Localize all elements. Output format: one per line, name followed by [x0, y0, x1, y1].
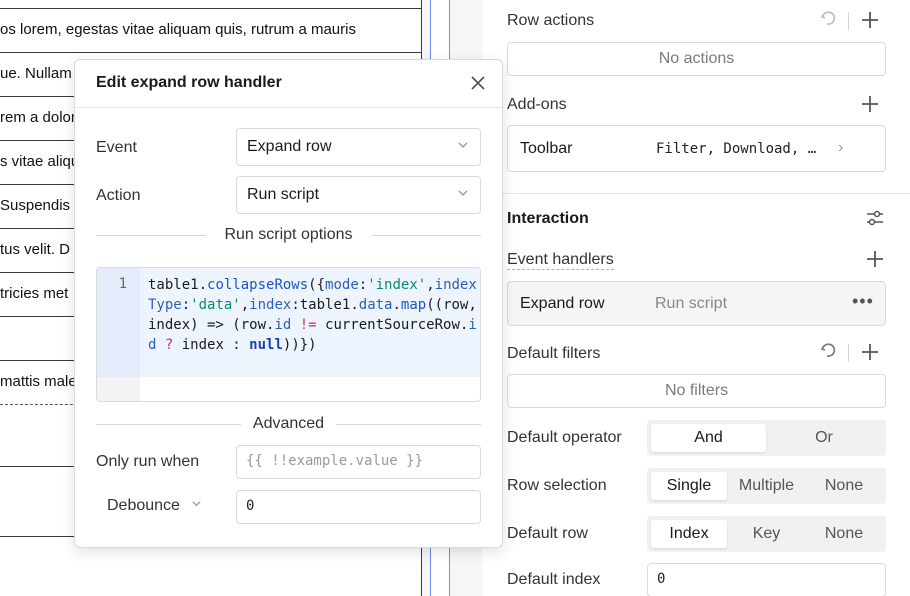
no-actions-placeholder: No actions	[507, 42, 886, 76]
script-options-divider: Run script options	[96, 225, 481, 245]
code-token: ))})	[282, 337, 317, 353]
no-filters-placeholder: No filters	[507, 374, 886, 408]
table-cell: tus velit. D	[0, 241, 71, 258]
code-token: id	[274, 317, 292, 333]
action-select-value: Run script	[247, 186, 320, 203]
row-selection-segmented: Single Multiple None	[647, 468, 886, 504]
divider-line	[336, 424, 481, 425]
add-addon-plus-icon[interactable]	[859, 94, 881, 116]
event-label: Event	[96, 139, 137, 156]
code-token: mode	[325, 277, 359, 293]
code-token: map	[400, 297, 427, 313]
sliders-icon[interactable]	[864, 208, 886, 230]
default-row-segmented: Index Key None	[647, 516, 886, 552]
row-option-index[interactable]: Index	[651, 520, 727, 548]
operator-option-or[interactable]: Or	[766, 424, 882, 452]
add-filter-plus-icon[interactable]	[859, 342, 881, 364]
section-divider	[482, 193, 910, 194]
addons-title: Add-ons	[507, 96, 567, 113]
event-select[interactable]: Expand row	[236, 128, 481, 166]
code-token: currentSourceRow	[325, 317, 460, 333]
table-cell: mattis male	[0, 373, 77, 390]
toolbar-addon[interactable]: Toolbar Filter, Download, … ›	[507, 125, 886, 172]
table-cell: ue. Nullam	[0, 65, 72, 82]
reset-icon[interactable]	[817, 10, 839, 32]
script-code[interactable]: table1.collapseRows({mode:'index',indexT…	[148, 275, 478, 355]
default-index-input[interactable]: 0	[647, 563, 886, 596]
action-label: Action	[96, 187, 141, 204]
table-cell: tricies met	[0, 285, 69, 302]
code-token: data	[358, 297, 393, 313]
code-token: .	[198, 277, 208, 293]
close-icon[interactable]	[467, 70, 489, 97]
default-row-label: Default row	[507, 525, 588, 542]
debounce-input[interactable]: 0	[236, 490, 481, 524]
add-row-action-plus-icon[interactable]	[859, 10, 881, 32]
row-selection-label: Row selection	[507, 477, 607, 494]
default-index-label: Default index	[507, 571, 601, 588]
code-token: collapseRows	[207, 277, 309, 293]
code-token: .	[392, 297, 401, 313]
code-token: :table1.	[291, 297, 359, 313]
selection-option-multiple[interactable]: Multiple	[727, 472, 806, 500]
event-handlers-label: Event handlers	[507, 251, 614, 270]
table-cell: Suspendis	[0, 197, 71, 214]
code-token: ?	[156, 337, 182, 353]
chevron-down-icon[interactable]	[191, 498, 202, 512]
modal-title: Edit expand row handler	[96, 74, 282, 91]
chevron-down-icon	[457, 139, 469, 154]
action-select[interactable]: Run script	[236, 176, 481, 214]
row-option-none[interactable]: None	[806, 520, 882, 548]
code-token: ,	[240, 297, 250, 313]
modal-header-divider	[75, 107, 502, 108]
icon-separator	[848, 12, 849, 30]
interaction-title: Interaction	[507, 210, 589, 227]
code-token: !=	[291, 317, 326, 333]
add-handler-plus-icon[interactable]	[864, 249, 886, 271]
handler-event: Expand row	[520, 295, 605, 312]
inspector-panel: Row actions No actions Add-ons Toolbar F…	[482, 0, 910, 596]
table-cell: os lorem, egestas vitae aliquam quis, ru…	[0, 21, 356, 38]
table-cell: s vitae aliqu	[0, 153, 80, 170]
debounce-label[interactable]: Debounce	[107, 497, 180, 515]
operator-option-and[interactable]: And	[651, 424, 766, 452]
row-option-key[interactable]: Key	[727, 520, 806, 548]
chevron-down-icon	[457, 187, 469, 202]
default-operator-label: Default operator	[507, 429, 622, 446]
default-filters-title: Default filters	[507, 345, 601, 362]
selection-option-single[interactable]: Single	[651, 472, 727, 500]
icon-separator	[848, 344, 849, 362]
code-token: :	[181, 297, 191, 313]
edit-handler-modal: Edit expand row handler Event Expand row…	[74, 59, 503, 548]
code-token: null	[249, 337, 283, 353]
event-select-value: Expand row	[247, 138, 332, 155]
row-actions-title: Row actions	[507, 12, 595, 29]
divider-line	[371, 235, 481, 236]
advanced-divider: Advanced	[96, 414, 481, 434]
handler-action: Run script	[655, 295, 728, 312]
table-cell: rem a dolor	[0, 109, 76, 126]
toolbar-value: Filter, Download, …	[656, 141, 817, 157]
code-token: ({	[308, 277, 326, 293]
script-editor[interactable]: 1 table1.collapseRows({mode:'index',inde…	[96, 267, 481, 402]
default-operator-segmented: And Or	[647, 420, 886, 456]
chevron-right-icon: ›	[838, 139, 844, 156]
only-run-when-label: Only run when	[96, 453, 200, 470]
code-token: 'index'	[367, 277, 427, 293]
code-token: :	[358, 277, 368, 293]
only-run-when-input[interactable]: {{ !!example.value }}	[236, 445, 481, 479]
line-number: 1	[118, 276, 127, 292]
code-token: ,	[426, 277, 435, 293]
event-handlers-text: Event handlers	[507, 251, 614, 270]
reset-icon[interactable]	[817, 342, 839, 364]
code-token: index	[249, 297, 292, 313]
more-options-icon[interactable]: •••	[852, 291, 874, 312]
code-token: table1	[148, 277, 199, 293]
toolbar-label: Toolbar	[520, 140, 573, 157]
table-row[interactable]: os lorem, egestas vitae aliquam quis, ru…	[0, 9, 422, 53]
code-token: 'data'	[190, 297, 241, 313]
code-token: index :	[181, 337, 250, 353]
event-handler-row[interactable]: Expand row Run script •••	[507, 281, 886, 326]
selection-option-none[interactable]: None	[806, 472, 882, 500]
